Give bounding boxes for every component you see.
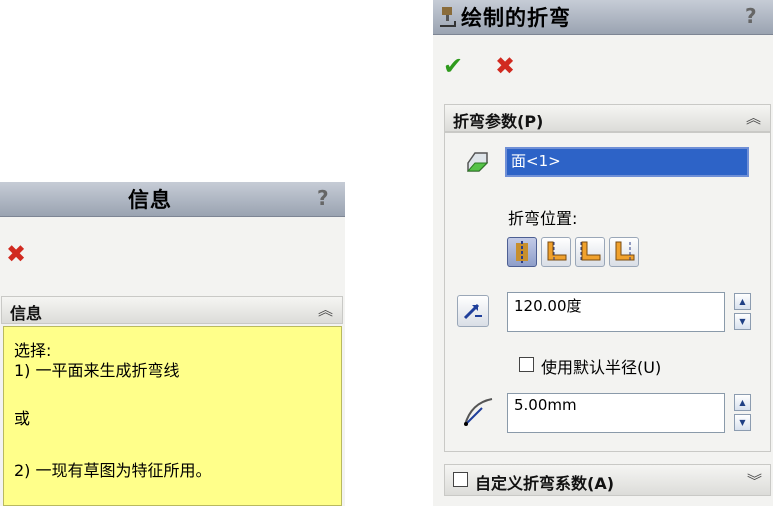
use-default-radius-label: 使用默认半径(U) <box>541 358 662 377</box>
bend-params-title: 折弯参数(P) <box>453 112 544 131</box>
chevron-up-icon[interactable]: ︽ <box>318 299 333 320</box>
bend-params-header[interactable]: 折弯参数(P) ︽ <box>444 104 771 132</box>
face-selection-icon <box>465 147 493 179</box>
bend-position-centerline-button[interactable] <box>507 237 537 267</box>
custom-bend-allowance-checkbox[interactable] <box>453 472 468 487</box>
bend-radius-input[interactable]: 5.00mm <box>507 393 725 433</box>
custom-bend-allowance-title: 自定义折弯系数(A) <box>475 474 615 493</box>
bend-params-body: 面<1> 折弯位置: 120.00度 ▲ ▼ 使用默认半径(U) 5.00mm <box>444 132 771 452</box>
info-panel-title: 信息 <box>128 188 172 212</box>
chevron-up-icon[interactable]: ▲ <box>734 394 751 411</box>
sketched-bend-panel: 绘制的折弯 ? ✔ ✖ 折弯参数(P) ︽ 面<1> 折弯位置: 120.00度… <box>433 0 773 506</box>
info-panel-titlebar: 信息 ? <box>0 182 345 217</box>
bend-radius-icon <box>461 395 495 433</box>
info-group-header[interactable]: 信息 ︽ <box>1 296 343 324</box>
chevron-up-icon[interactable]: ▲ <box>734 293 751 310</box>
help-icon[interactable]: ? <box>745 4 757 28</box>
chevron-down-icon[interactable]: ︾ <box>747 470 762 491</box>
bend-angle-input[interactable]: 120.00度 <box>507 292 725 332</box>
bend-position-material-outside-button[interactable] <box>575 237 605 267</box>
check-icon[interactable]: ✔ <box>443 54 463 78</box>
bend-position-outside-button[interactable] <box>609 237 639 267</box>
angle-spinner[interactable]: ▲ ▼ <box>734 293 751 331</box>
radius-spinner[interactable]: ▲ ▼ <box>734 394 751 432</box>
info-line-2: 1) 一平面来生成折弯线 <box>14 361 180 380</box>
bend-angle-direction-button[interactable] <box>457 295 489 327</box>
close-icon[interactable]: ✖ <box>495 54 515 78</box>
info-group-title: 信息 <box>10 304 43 323</box>
chevron-down-icon[interactable]: ▼ <box>734 313 751 330</box>
bend-position-label: 折弯位置: <box>508 209 578 228</box>
info-line-3: 或 <box>14 409 31 428</box>
help-icon[interactable]: ? <box>317 186 329 210</box>
info-line-4: 2) 一现有草图为特征所用。 <box>14 461 212 480</box>
use-default-radius-checkbox[interactable] <box>519 357 534 372</box>
custom-bend-allowance-header[interactable]: 自定义折弯系数(A) ︾ <box>444 464 771 496</box>
info-panel: 信息 ? ✖ 信息 ︽ 选择: 1) 一平面来生成折弯线 或 2) 一现有草图为… <box>0 182 345 506</box>
bend-position-material-inside-button[interactable] <box>541 237 571 267</box>
bend-panel-title: 绘制的折弯 <box>461 6 571 30</box>
bend-panel-titlebar: 绘制的折弯 ? <box>433 0 773 35</box>
face-selection-field[interactable]: 面<1> <box>505 147 749 177</box>
chevron-up-icon[interactable]: ︽ <box>746 107 761 128</box>
chevron-down-icon[interactable]: ▼ <box>734 414 751 431</box>
info-message-box: 选择: 1) 一平面来生成折弯线 或 2) 一现有草图为特征所用。 <box>3 326 342 506</box>
sketched-bend-icon <box>439 6 459 32</box>
close-icon[interactable]: ✖ <box>6 242 26 266</box>
